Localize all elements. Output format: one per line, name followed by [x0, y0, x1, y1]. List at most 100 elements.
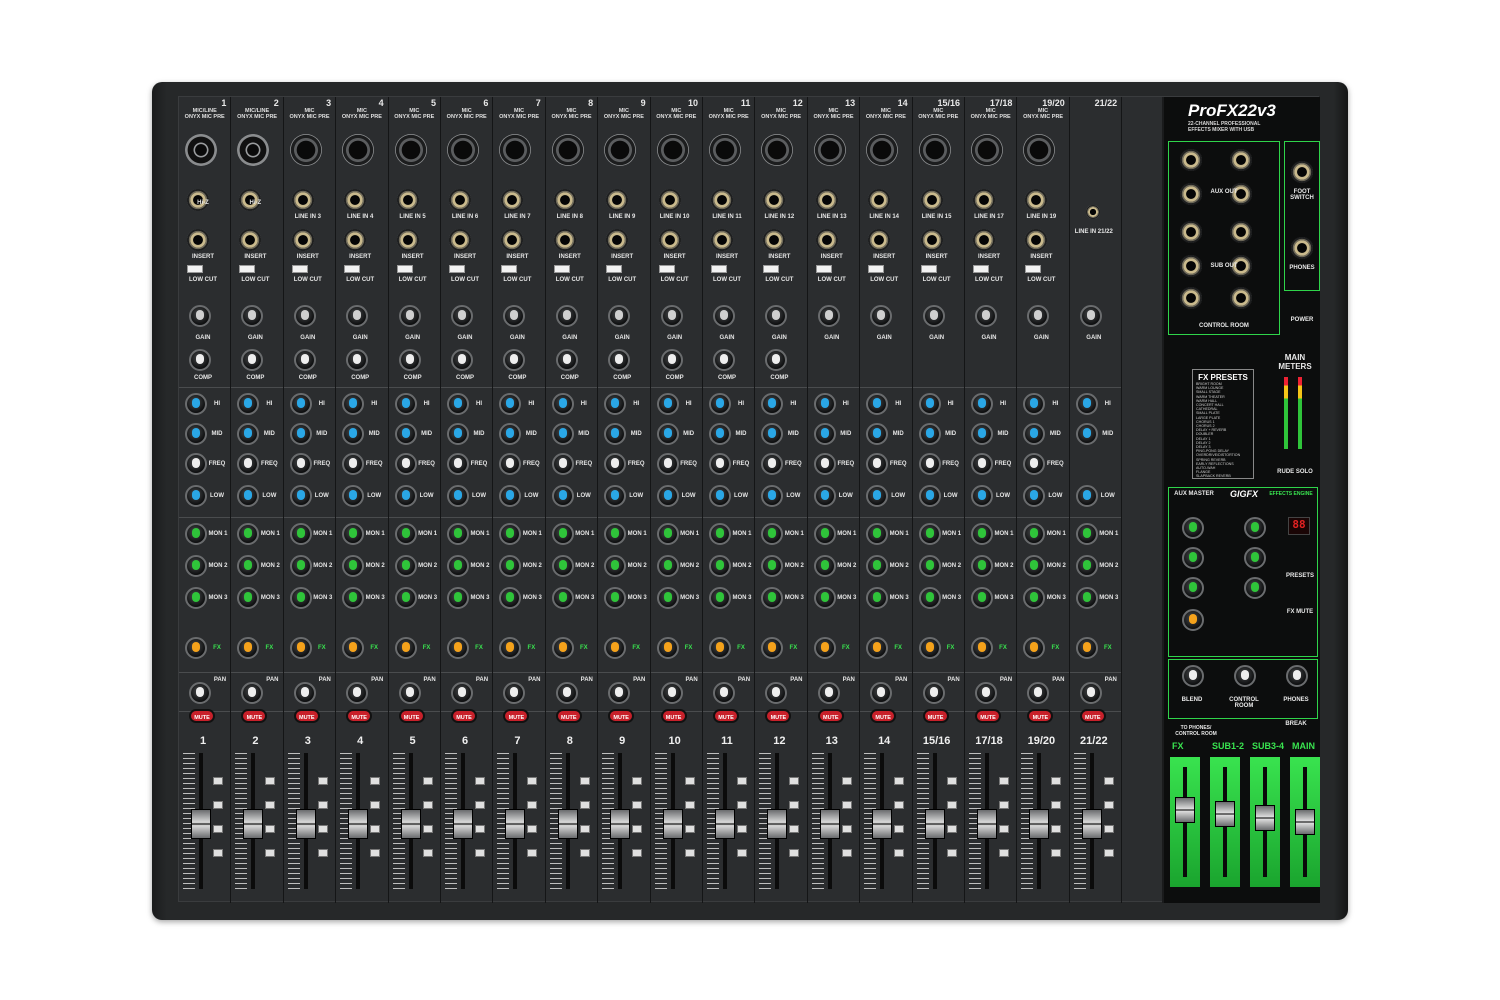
comp-knob[interactable] [713, 349, 735, 371]
gain-knob[interactable] [189, 305, 211, 327]
bus-assign-button[interactable] [684, 801, 695, 809]
mon2-knob[interactable] [656, 555, 679, 577]
bus-assign-button[interactable] [684, 825, 695, 833]
bus-assign-button[interactable] [1103, 777, 1114, 785]
eq-low-knob[interactable] [866, 485, 889, 507]
bus-assign-button[interactable] [999, 777, 1009, 785]
eq-hi-knob[interactable] [918, 393, 941, 415]
xlr-input-jack[interactable] [971, 134, 1003, 166]
comp-knob[interactable] [241, 349, 264, 371]
insert-jack[interactable] [868, 229, 891, 251]
bus-assign-button[interactable] [999, 849, 1009, 857]
eq-mid-knob[interactable] [551, 423, 574, 445]
aux-master-mon1-knob[interactable] [1182, 517, 1204, 539]
fx-send-knob[interactable] [237, 637, 260, 659]
phones-jack[interactable] [1291, 237, 1313, 259]
line-input-jack[interactable] [658, 189, 681, 211]
mon1-knob[interactable] [656, 523, 679, 545]
channel-fader[interactable] [819, 809, 840, 839]
eq-hi-knob[interactable] [1075, 393, 1098, 415]
bus-assign-button[interactable] [841, 777, 852, 785]
fx-to-mon2-knob[interactable] [1244, 547, 1266, 569]
low-cut-switch[interactable] [239, 265, 256, 273]
pan-knob[interactable] [922, 682, 945, 704]
bus-assign-button[interactable] [579, 825, 590, 833]
mute-button[interactable]: MUTE [346, 709, 373, 723]
eq-hi-knob[interactable] [289, 393, 312, 415]
eq-hi-knob[interactable] [761, 393, 784, 415]
xlr-input-jack[interactable] [656, 134, 689, 166]
channel-fader[interactable] [610, 809, 631, 839]
low-cut-switch[interactable] [763, 265, 780, 273]
channel-fader[interactable] [557, 809, 578, 839]
pan-knob[interactable] [346, 682, 369, 704]
low-cut-switch[interactable] [920, 265, 937, 273]
bus-assign-button[interactable] [265, 825, 276, 833]
bus-assign-button[interactable] [265, 801, 276, 809]
mon2-knob[interactable] [447, 555, 469, 577]
eq-low-knob[interactable] [394, 485, 417, 507]
mute-button[interactable]: MUTE [451, 709, 477, 723]
gain-knob[interactable] [346, 305, 369, 327]
channel-fader[interactable] [505, 809, 526, 839]
line-input-jack[interactable] [1085, 205, 1100, 219]
eq-mid-knob[interactable] [971, 423, 993, 445]
eq-hi-knob[interactable] [656, 393, 679, 415]
xlr-input-jack[interactable] [551, 134, 584, 166]
output-jack[interactable] [1180, 149, 1202, 171]
eq-mid-knob[interactable] [1023, 423, 1046, 445]
bus-assign-button[interactable] [579, 849, 590, 857]
eq-freq-knob[interactable] [813, 453, 836, 475]
gain-knob[interactable] [293, 305, 316, 327]
bus-assign-button[interactable] [789, 801, 800, 809]
bus-assign-button[interactable] [422, 849, 433, 857]
bus-fader-cap[interactable] [1255, 805, 1275, 831]
line-input-jack[interactable] [606, 189, 629, 211]
mute-button[interactable]: MUTE [660, 709, 687, 723]
output-jack[interactable] [1180, 287, 1202, 309]
bus-assign-button[interactable] [422, 777, 433, 785]
mon3-knob[interactable] [813, 587, 836, 609]
insert-jack[interactable] [187, 229, 209, 251]
bus-assign-button[interactable] [213, 801, 223, 809]
xlr-input-jack[interactable] [709, 134, 741, 166]
pan-knob[interactable] [189, 682, 211, 704]
eq-low-knob[interactable] [447, 485, 469, 507]
low-cut-switch[interactable] [396, 265, 413, 273]
eq-freq-knob[interactable] [394, 453, 417, 475]
blend-knob[interactable] [1182, 665, 1204, 687]
mon1-knob[interactable] [185, 523, 207, 545]
insert-jack[interactable] [606, 229, 629, 251]
eq-hi-knob[interactable] [604, 393, 627, 415]
channel-fader[interactable] [924, 809, 945, 839]
aux-master-fx-knob[interactable] [1182, 609, 1204, 631]
xlr-input-jack[interactable] [499, 134, 532, 166]
eq-low-knob[interactable] [1023, 485, 1046, 507]
bus-assign-button[interactable] [999, 825, 1009, 833]
gain-knob[interactable] [555, 305, 578, 327]
bus-assign-button[interactable] [317, 777, 328, 785]
low-cut-switch[interactable] [868, 265, 885, 273]
eq-mid-knob[interactable] [499, 423, 522, 445]
bus-assign-button[interactable] [213, 825, 223, 833]
output-jack[interactable] [1230, 221, 1252, 243]
mon1-knob[interactable] [289, 523, 312, 545]
mute-button[interactable]: MUTE [293, 709, 320, 723]
mon2-knob[interactable] [237, 555, 260, 577]
xlr-input-jack[interactable] [866, 134, 899, 166]
channel-fader[interactable] [400, 809, 421, 839]
bus-assign-button[interactable] [422, 801, 433, 809]
mon1-knob[interactable] [447, 523, 469, 545]
mon2-knob[interactable] [918, 555, 941, 577]
line-input-jack[interactable] [396, 189, 419, 211]
gain-knob[interactable] [608, 305, 631, 327]
eq-low-knob[interactable] [918, 485, 941, 507]
mon3-knob[interactable] [289, 587, 312, 609]
mon2-knob[interactable] [499, 555, 522, 577]
low-cut-switch[interactable] [501, 265, 518, 273]
mon3-knob[interactable] [1023, 587, 1046, 609]
eq-low-knob[interactable] [761, 485, 784, 507]
eq-freq-knob[interactable] [499, 453, 522, 475]
xlr-input-jack[interactable] [604, 134, 637, 166]
combo-input-jack[interactable] [237, 134, 270, 166]
